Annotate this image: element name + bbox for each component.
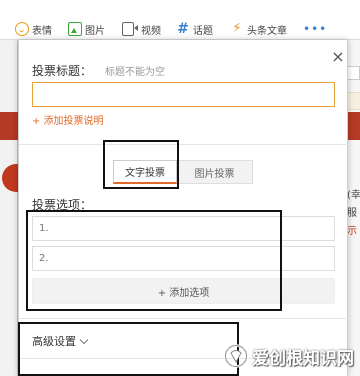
tab-text-vote[interactable]: 文字投票 (113, 160, 177, 184)
vote-title-hint: 标题不能为空 (105, 67, 165, 78)
composer-toolbar: 表情 图片 视频 # 话题 ⚡ 头条文章 ••• (0, 0, 360, 40)
vote-options-label: 投票选项： (32, 198, 93, 212)
topic-label: 话题 (193, 25, 213, 37)
more-icon[interactable]: ••• (303, 22, 327, 36)
background-box (346, 66, 360, 80)
background-text-fragment: 示 (347, 226, 357, 237)
option-input-1[interactable] (32, 216, 335, 241)
background-text-fragment: (幸 (347, 190, 360, 201)
image-label: 图片 (85, 25, 105, 37)
vote-dialog: × 投票标题： 标题不能为空 + 添加投票说明 文字投票 图片投票 投票选项： … (18, 40, 349, 376)
tab-image-vote[interactable]: 图片投票 (177, 160, 253, 184)
section-divider (19, 144, 349, 145)
advanced-settings-label: 高级设置 (32, 335, 76, 348)
image-button[interactable]: 图片 (68, 20, 105, 38)
image-icon (68, 22, 82, 36)
watermark-logo-icon (224, 344, 248, 368)
video-icon (122, 22, 138, 36)
background-text-fragment: 服 (347, 208, 357, 219)
lightning-icon: ⚡ (232, 21, 242, 36)
close-icon[interactable]: × (331, 49, 345, 65)
emoji-button[interactable]: 表情 (15, 20, 52, 38)
add-option-button[interactable]: + 添加选项 (32, 278, 335, 304)
section-divider (19, 318, 349, 319)
add-description-link[interactable]: + 添加投票说明 (32, 112, 104, 127)
topic-button[interactable]: # 话题 (176, 20, 213, 38)
video-label: 视频 (141, 25, 161, 37)
vote-type-tabs: 文字投票 图片投票 (113, 160, 253, 184)
vote-title-label: 投票标题： (32, 64, 93, 78)
background-page-left (0, 40, 17, 376)
advanced-settings-toggle[interactable]: 高级设置 (32, 333, 89, 349)
watermark: 爱创根知识网 (224, 344, 354, 369)
vote-title-input[interactable] (32, 82, 335, 107)
video-button[interactable]: 视频 (122, 20, 161, 38)
chevron-down-icon (79, 335, 89, 344)
hashtag-icon: # (177, 21, 189, 37)
option-input-2[interactable] (32, 246, 335, 271)
emoji-label: 表情 (32, 25, 52, 37)
smile-icon (15, 22, 29, 36)
article-button[interactable]: ⚡ 头条文章 (230, 20, 287, 38)
watermark-text: 爱创根知识网 (252, 348, 354, 369)
article-label: 头条文章 (247, 25, 287, 37)
